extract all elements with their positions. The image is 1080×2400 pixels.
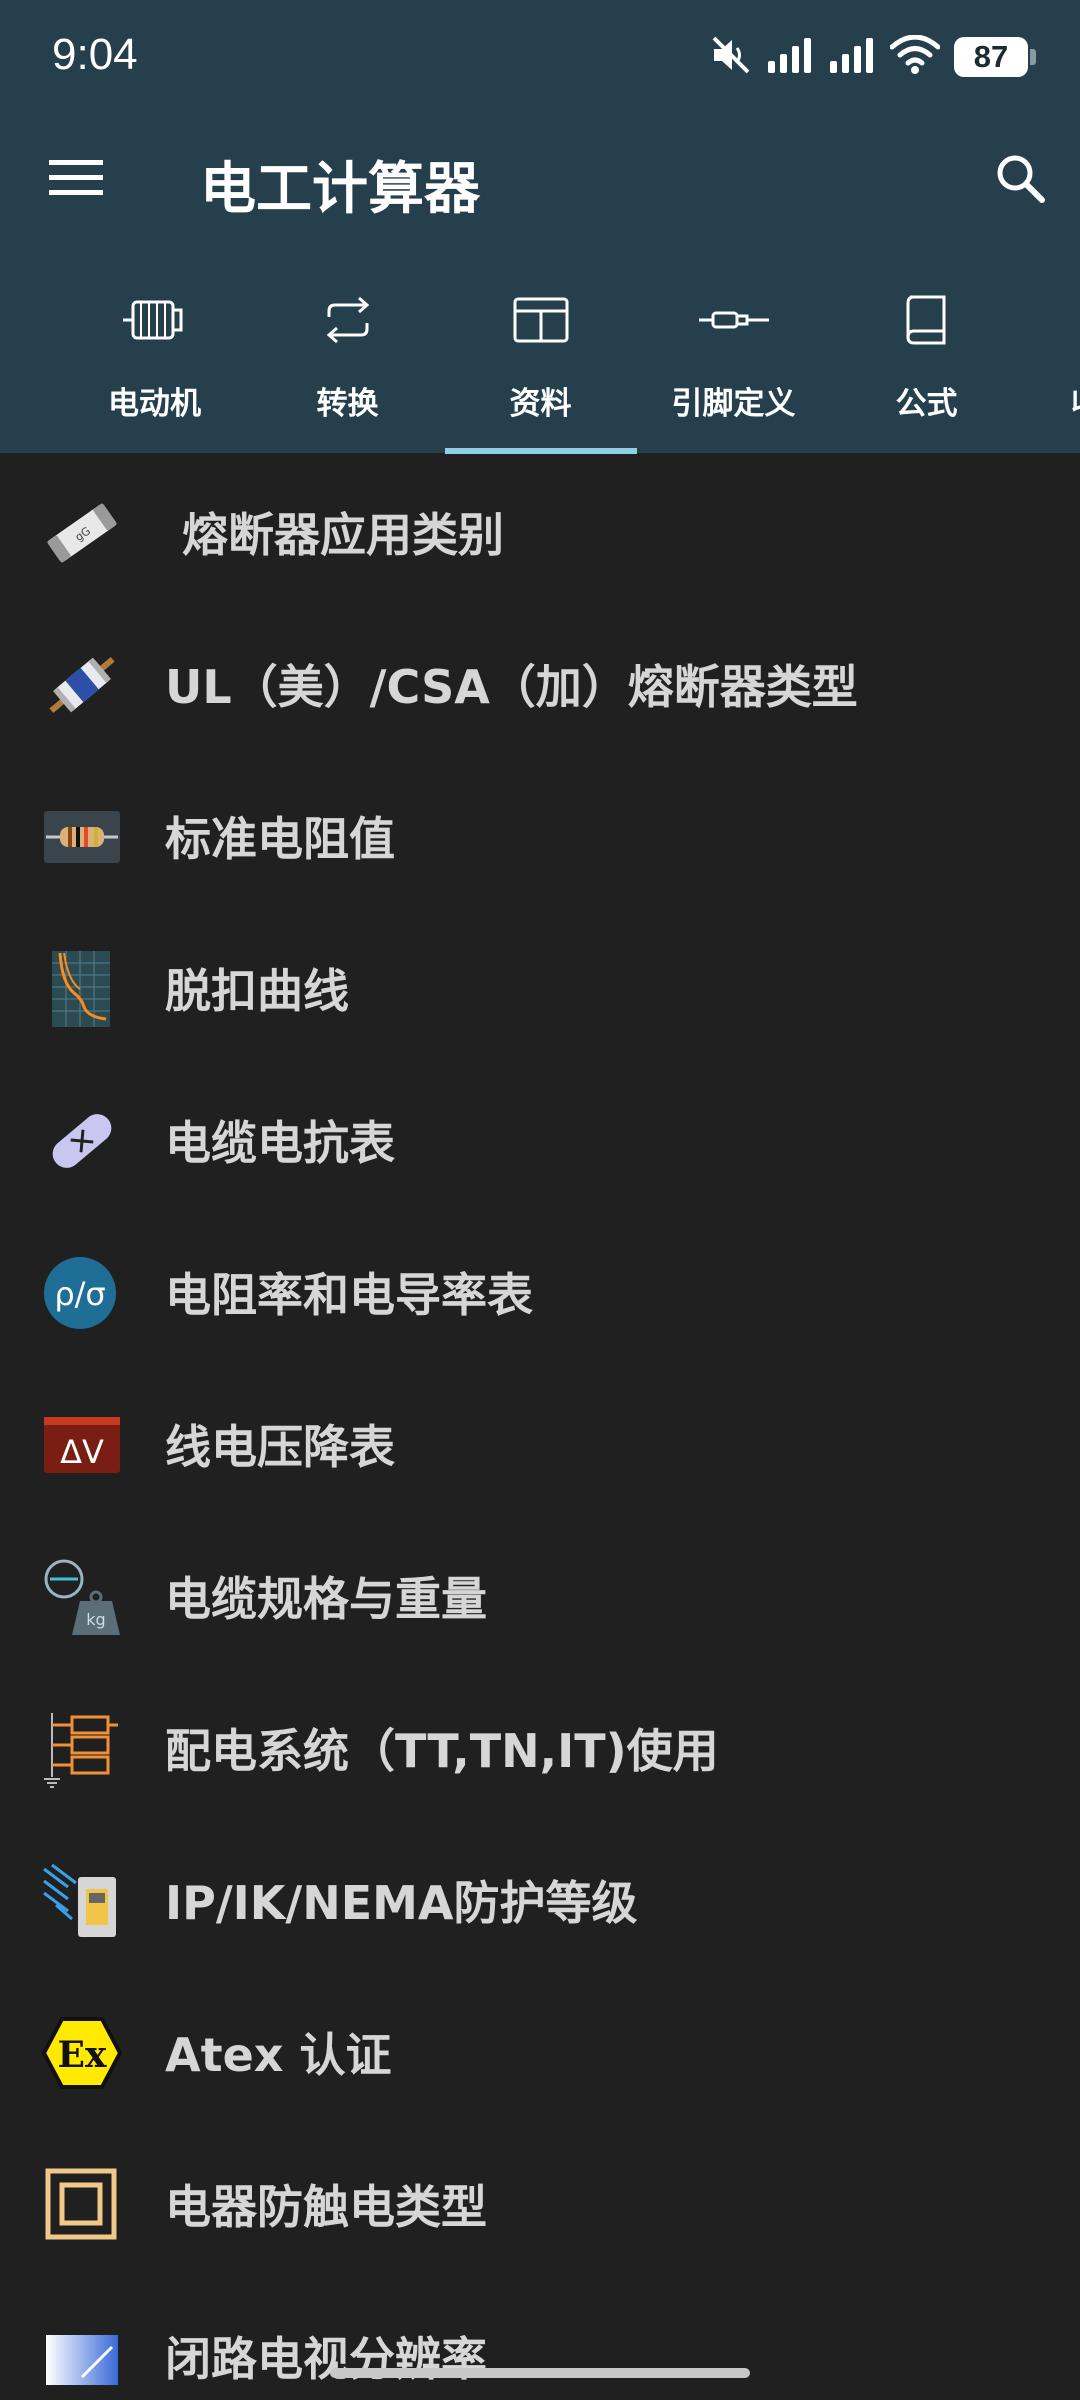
tab-formula[interactable]: 公式 bbox=[830, 270, 1023, 453]
search-icon bbox=[997, 155, 1045, 203]
list-item-label: Atex 认证 bbox=[165, 2028, 392, 2082]
list-item[interactable]: Ex Atex 认证 bbox=[0, 1973, 1080, 2125]
app-header: 9:04 87 电工计算器 电动机 转换 资料 引脚定义 公式 bbox=[0, 0, 1080, 454]
voltage-drop-icon: ΔV bbox=[44, 1417, 120, 1473]
distribution-system-icon bbox=[44, 1713, 118, 1788]
list-item-label: 线电压降表 bbox=[165, 1420, 395, 1474]
search-button[interactable] bbox=[984, 142, 1056, 214]
menu-button[interactable] bbox=[40, 146, 112, 210]
list-item[interactable]: ρ/σ 电阻率和电导率表 bbox=[0, 1213, 1080, 1365]
list-item-label: 配电系统（TT,TN,IT)使用 bbox=[165, 1724, 719, 1778]
table-icon bbox=[506, 292, 576, 348]
svg-text:ΔV: ΔV bbox=[60, 1433, 104, 1471]
list-item[interactable]: 闭路电视分辨率 bbox=[0, 2277, 1080, 2400]
list-item-label: 电缆规格与重量 bbox=[165, 1572, 487, 1626]
svg-text:Ex: Ex bbox=[58, 2034, 107, 2076]
status-icons: 87 bbox=[710, 32, 1036, 82]
mute-icon bbox=[710, 35, 752, 79]
status-bar: 9:04 87 bbox=[0, 0, 1080, 116]
list-item-label: 熔断器应用类别 bbox=[182, 508, 504, 562]
tab-label: 收 bbox=[1071, 378, 1080, 423]
book-icon bbox=[892, 292, 962, 348]
list-item-label: 标准电阻值 bbox=[165, 812, 395, 866]
status-time: 9:04 bbox=[52, 30, 138, 79]
tab-label: 转换 bbox=[316, 386, 379, 422]
tab-favorites[interactable]: 收 bbox=[1023, 270, 1080, 453]
atex-icon: Ex bbox=[42, 2017, 122, 2089]
list-item-label: 电缆电抗表 bbox=[165, 1116, 395, 1170]
signal-icon bbox=[828, 37, 876, 77]
list-item[interactable]: kg 电缆规格与重量 bbox=[0, 1517, 1080, 1669]
category-tabs: 电动机 转换 资料 引脚定义 公式 bbox=[0, 270, 1080, 454]
resistivity-icon: ρ/σ bbox=[44, 1257, 116, 1329]
list-item-label: 电阻率和电导率表 bbox=[165, 1268, 533, 1322]
app-title: 电工计算器 bbox=[200, 157, 480, 222]
tab-motor[interactable]: 电动机 bbox=[58, 270, 251, 453]
battery-level: 87 bbox=[954, 37, 1028, 77]
list-item-label: 电器防触电类型 bbox=[165, 2180, 487, 2234]
menu-icon bbox=[49, 160, 103, 195]
tab-pinout[interactable]: 引脚定义 bbox=[637, 270, 830, 453]
battery-icon: 87 bbox=[954, 37, 1036, 77]
tab-label: 公式 bbox=[895, 386, 958, 422]
trip-curve-icon bbox=[52, 951, 110, 1027]
ul-fuse-icon bbox=[49, 656, 115, 714]
motor-icon bbox=[120, 292, 190, 348]
signal-icon bbox=[766, 37, 814, 77]
list-item-label: UL（美）/CSA（加）熔断器类型 bbox=[165, 660, 858, 714]
shock-protection-icon bbox=[45, 2168, 117, 2240]
tab-convert[interactable]: 转换 bbox=[251, 270, 444, 453]
svg-text:kg: kg bbox=[86, 1610, 105, 1629]
cable-weight-icon: kg bbox=[44, 1559, 120, 1635]
connector-icon bbox=[698, 292, 769, 348]
list-item[interactable]: UL（美）/CSA（加）熔断器类型 bbox=[0, 605, 1080, 757]
list-item[interactable]: ΔV 线电压降表 bbox=[0, 1365, 1080, 1517]
wifi-icon bbox=[889, 34, 941, 79]
svg-text:ρ/σ: ρ/σ bbox=[54, 1275, 105, 1313]
tab-label: 引脚定义 bbox=[671, 386, 796, 422]
cctv-resolution-icon bbox=[46, 2335, 118, 2385]
resistor-icon bbox=[44, 811, 120, 863]
tab-label: 资料 bbox=[509, 386, 572, 422]
list-item[interactable]: 脱扣曲线 bbox=[0, 909, 1080, 1061]
tab-data[interactable]: 资料 bbox=[444, 270, 637, 453]
fuse-icon: gG bbox=[47, 503, 117, 563]
list-item[interactable]: gG 熔断器应用类别 bbox=[0, 453, 1080, 605]
convert-icon bbox=[313, 292, 383, 348]
home-indicator[interactable] bbox=[330, 2368, 750, 2378]
list-item[interactable]: IP/IK/NEMA防护等级 bbox=[0, 1821, 1080, 1973]
list-item-label: 脱扣曲线 bbox=[165, 964, 349, 1018]
list-item[interactable]: 电器防触电类型 bbox=[0, 2125, 1080, 2277]
data-list: gG 熔断器应用类别 UL（美）/CSA（加）熔断器类型 标准电阻值 脱扣曲线 … bbox=[0, 453, 1080, 2400]
list-item[interactable]: 电缆电抗表 bbox=[0, 1061, 1080, 1213]
cable-reactance-icon bbox=[52, 1114, 112, 1168]
list-item-label: IP/IK/NEMA防护等级 bbox=[165, 1876, 638, 1930]
protection-rating-icon bbox=[43, 1863, 116, 1937]
list-item[interactable]: 配电系统（TT,TN,IT)使用 bbox=[0, 1669, 1080, 1821]
tab-label: 电动机 bbox=[108, 386, 201, 422]
list-item[interactable]: 标准电阻值 bbox=[0, 757, 1080, 909]
list-item-label: 闭路电视分辨率 bbox=[165, 2332, 487, 2386]
toolbar: 电工计算器 bbox=[0, 116, 1080, 240]
